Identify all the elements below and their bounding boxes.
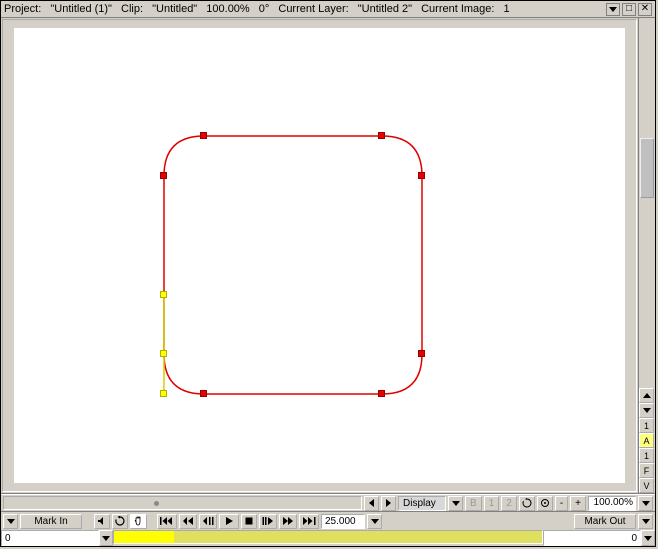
side-btn-F[interactable]: F — [639, 463, 654, 478]
timeline-row: 0 0 — [1, 530, 655, 546]
zoom-value: 100.00% — [206, 3, 249, 15]
side-arrow-down[interactable] — [639, 403, 654, 418]
step-forward-button[interactable] — [259, 514, 277, 529]
step-back-button[interactable] — [199, 514, 217, 529]
out-frame-stepper[interactable] — [641, 530, 655, 546]
rotation-value: 0° — [259, 3, 270, 15]
control-handle-2[interactable] — [160, 390, 167, 397]
project-label: Project: — [4, 3, 41, 15]
refresh-icon — [522, 498, 532, 508]
play-button[interactable] — [219, 514, 239, 529]
refresh-button[interactable] — [519, 496, 535, 511]
mark-in-button[interactable]: Mark In — [20, 514, 82, 529]
nudge-right-button[interactable] — [381, 496, 396, 511]
display-toolbar: Display B 1 2 - + 100.00% — [1, 494, 655, 512]
side-scroll-track[interactable] — [639, 18, 655, 388]
canvas-frame — [1, 18, 638, 493]
audio-button[interactable] — [94, 514, 110, 529]
stop-button[interactable] — [241, 514, 257, 529]
image-label: Current Image: — [421, 3, 494, 15]
zoom-percent-field[interactable]: 100.00% — [588, 496, 636, 511]
path-node-right-bottom[interactable] — [418, 350, 425, 357]
path-node-left-top[interactable] — [160, 172, 167, 179]
side-strip: 1 A 1 F V — [638, 18, 655, 493]
path-node-left-bottom-selected[interactable] — [160, 350, 167, 357]
side-btn-1b[interactable]: 1 — [639, 448, 654, 463]
out-frame-field[interactable]: 0 — [543, 530, 641, 546]
control-handle-1[interactable] — [160, 291, 167, 298]
clip-label: Clip: — [121, 3, 143, 15]
step-back-icon — [202, 516, 214, 526]
in-frame-field[interactable]: 0 — [1, 530, 99, 546]
go-end-button[interactable] — [299, 514, 319, 529]
titlebar: Project: "Untitled (1)" Clip: "Untitled"… — [1, 1, 655, 18]
zoom-stepper-down[interactable] — [638, 496, 653, 511]
hand-tool-button[interactable] — [130, 514, 147, 529]
go-start-icon — [160, 516, 174, 526]
drawing-canvas[interactable] — [14, 28, 625, 483]
rounded-rect-shape[interactable] — [14, 28, 625, 483]
path-node-top-left[interactable] — [200, 132, 207, 139]
speaker-icon — [97, 516, 107, 526]
path-node-bottom-left[interactable] — [200, 390, 207, 397]
stop-icon — [244, 516, 254, 526]
loop-button[interactable] — [112, 514, 128, 529]
display-1-button[interactable]: 1 — [484, 496, 500, 511]
layer-value: "Untitled 2" — [358, 3, 412, 15]
mark-out-button[interactable]: Mark Out — [574, 514, 636, 529]
zoom-in-button[interactable]: + — [570, 496, 586, 511]
display-dropdown-button[interactable] — [448, 496, 463, 511]
go-start-button[interactable] — [157, 514, 177, 529]
in-frame-stepper[interactable] — [99, 530, 113, 546]
path-node-right-top[interactable] — [418, 172, 425, 179]
fast-forward-icon — [282, 516, 294, 526]
path-node-bottom-right[interactable] — [378, 390, 385, 397]
side-btn-1[interactable]: 1 — [639, 418, 654, 433]
zoom-out-button[interactable]: - — [555, 496, 568, 511]
transport-toolbar: Mark In — [1, 512, 655, 530]
nudge-left-button[interactable] — [364, 496, 379, 511]
timeline-track[interactable] — [113, 530, 543, 544]
display-mode-label[interactable]: Display — [398, 496, 446, 511]
fps-dropdown-button[interactable] — [367, 514, 382, 529]
side-btn-V[interactable]: V — [639, 478, 654, 493]
side-btn-A[interactable]: A — [639, 433, 654, 448]
path-node-top-right[interactable] — [378, 132, 385, 139]
fit-icon — [540, 498, 550, 508]
scrubber-marker[interactable] — [154, 501, 159, 506]
markin-menu-button[interactable] — [3, 514, 18, 529]
fps-field[interactable]: 25.000 — [321, 514, 365, 529]
display-B-button[interactable]: B — [465, 496, 482, 511]
project-value: "Untitled (1)" — [50, 3, 112, 15]
titlebar-close-button[interactable]: ✕ — [638, 3, 652, 16]
rewind-icon — [182, 516, 194, 526]
rewind-button[interactable] — [179, 514, 197, 529]
titlebar-maximize-button[interactable]: □ — [622, 3, 636, 16]
image-value: 1 — [504, 3, 510, 15]
play-icon — [224, 516, 234, 526]
layer-label: Current Layer: — [278, 3, 348, 15]
scrubber-track[interactable] — [3, 496, 362, 510]
fast-forward-button[interactable] — [279, 514, 297, 529]
hand-icon — [133, 516, 144, 527]
markout-menu-button[interactable] — [638, 514, 653, 529]
side-scroll-thumb[interactable] — [640, 138, 654, 198]
titlebar-menu-button[interactable] — [606, 3, 620, 16]
loop-icon — [115, 516, 125, 526]
fit-button[interactable] — [537, 496, 553, 511]
step-forward-icon — [262, 516, 274, 526]
go-end-icon — [302, 516, 316, 526]
side-arrow-up[interactable] — [639, 388, 654, 403]
display-2-button[interactable]: 2 — [501, 496, 517, 511]
clip-value: "Untitled" — [152, 3, 197, 15]
timeline-in-region[interactable] — [114, 531, 174, 543]
